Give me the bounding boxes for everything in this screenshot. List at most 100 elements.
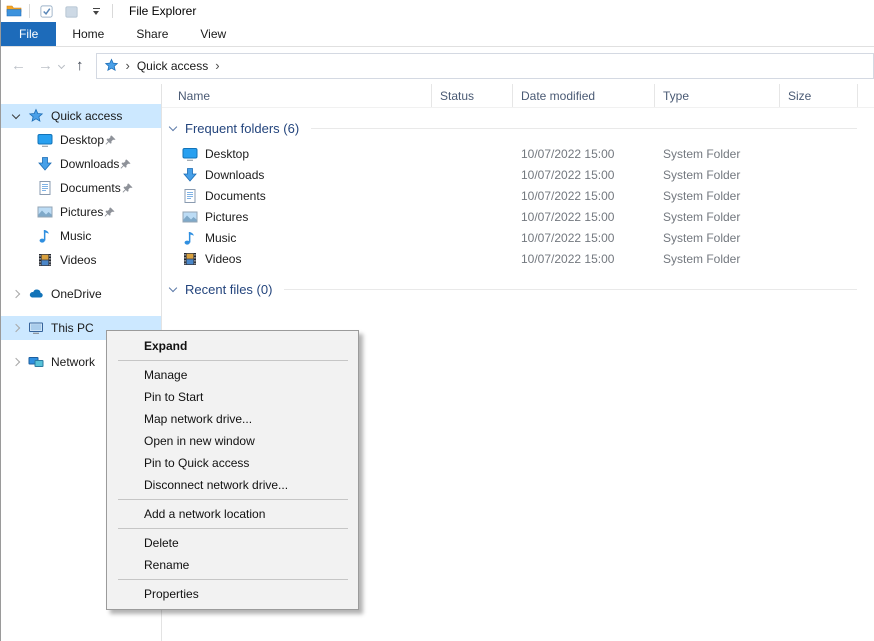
ribbon-tab-bar: File Home Share View: [1, 22, 874, 47]
forward-button[interactable]: →: [38, 58, 53, 73]
file-date-modified: 10/07/2022 15:00: [513, 252, 655, 266]
toolbar-separator: [29, 4, 30, 18]
breadcrumb-chevron-icon[interactable]: ›: [215, 59, 219, 72]
chevron-down-icon[interactable]: [169, 122, 177, 130]
file-date-modified: 10/07/2022 15:00: [513, 168, 655, 182]
column-header-row: Name Status Date modified Type Size: [162, 84, 874, 108]
menu-separator: [118, 360, 348, 361]
pin-icon: [121, 182, 134, 195]
sidebar-item-label: Pictures: [60, 205, 103, 219]
file-row-videos[interactable]: Videos 10/07/2022 15:00 System Folder: [162, 248, 874, 269]
file-type: System Folder: [655, 252, 780, 266]
file-type: System Folder: [655, 189, 780, 203]
tab-view[interactable]: View: [186, 22, 240, 46]
pictures-icon: [37, 204, 53, 220]
file-row-downloads[interactable]: Downloads 10/07/2022 15:00 System Folder: [162, 164, 874, 185]
column-header-name[interactable]: Name: [162, 84, 432, 107]
videos-icon: [37, 252, 53, 268]
chevron-right-icon[interactable]: [12, 324, 20, 332]
group-divider-line: [311, 128, 857, 129]
group-header-frequent-folders[interactable]: Frequent folders (6): [162, 117, 874, 139]
onedrive-cloud-icon: [28, 286, 44, 302]
menu-item-open-in-new-window[interactable]: Open in new window: [107, 430, 358, 452]
sidebar-item-onedrive[interactable]: OneDrive: [1, 282, 161, 306]
chevron-right-icon[interactable]: [12, 290, 20, 298]
file-date-modified: 10/07/2022 15:00: [513, 231, 655, 245]
menu-item-manage[interactable]: Manage: [107, 364, 358, 386]
file-name: Documents: [205, 189, 266, 203]
pin-icon: [104, 134, 117, 147]
address-bar[interactable]: › Quick access ›: [96, 53, 874, 79]
tab-share[interactable]: Share: [122, 22, 182, 46]
file-row-pictures[interactable]: Pictures 10/07/2022 15:00 System Folder: [162, 206, 874, 227]
properties-quick-button[interactable]: [37, 2, 55, 20]
folder-icon: [64, 4, 79, 19]
downloads-icon: [182, 167, 198, 183]
menu-item-expand[interactable]: Expand: [107, 335, 358, 357]
sidebar-item-quick-access[interactable]: Quick access: [1, 104, 161, 128]
sidebar-item-label: Documents: [60, 181, 121, 195]
column-header-type[interactable]: Type: [655, 84, 780, 107]
recent-locations-dropdown[interactable]: [58, 62, 65, 69]
menu-item-properties[interactable]: Properties: [107, 583, 358, 605]
sidebar-item-pictures[interactable]: Pictures: [1, 200, 161, 224]
file-type: System Folder: [655, 168, 780, 182]
menu-item-pin-to-start[interactable]: Pin to Start: [107, 386, 358, 408]
videos-icon: [182, 251, 198, 267]
chevron-down-icon[interactable]: [12, 110, 20, 118]
sidebar-item-label: Videos: [60, 253, 96, 267]
group-label: Frequent folders (6): [185, 121, 299, 136]
breadcrumb-chevron-icon[interactable]: ›: [126, 59, 130, 72]
sidebar-item-downloads[interactable]: Downloads: [1, 152, 161, 176]
sidebar-item-label: Quick access: [51, 109, 122, 123]
menu-item-delete[interactable]: Delete: [107, 532, 358, 554]
music-icon: [182, 230, 198, 246]
network-icon: [28, 354, 44, 370]
sidebar-item-label: Desktop: [60, 133, 104, 147]
chevron-right-icon[interactable]: [12, 358, 20, 366]
file-type: System Folder: [655, 147, 780, 161]
file-explorer-window: File Explorer File Home Share View ← → ↑…: [0, 0, 874, 641]
sidebar-item-label: Network: [51, 355, 95, 369]
this-pc-context-menu: Expand Manage Pin to Start Map network d…: [106, 330, 359, 610]
file-row-documents[interactable]: Documents 10/07/2022 15:00 System Folder: [162, 185, 874, 206]
menu-item-pin-to-quick-access[interactable]: Pin to Quick access: [107, 452, 358, 474]
sidebar-item-music[interactable]: Music: [1, 224, 161, 248]
breadcrumb-quick-access[interactable]: Quick access: [137, 59, 208, 73]
navigation-bar: ← → ↑ › Quick access ›: [1, 47, 874, 84]
menu-item-add-a-network-location[interactable]: Add a network location: [107, 503, 358, 525]
tab-home[interactable]: Home: [58, 22, 118, 46]
group-divider-line: [284, 289, 857, 290]
file-row-music[interactable]: Music 10/07/2022 15:00 System Folder: [162, 227, 874, 248]
pin-icon: [103, 206, 116, 219]
file-date-modified: 10/07/2022 15:00: [513, 147, 655, 161]
sidebar-gap: [1, 272, 161, 282]
column-header-status[interactable]: Status: [432, 84, 513, 107]
this-pc-monitor-icon: [28, 320, 44, 336]
customize-quick-access-toolbar-button[interactable]: [87, 2, 105, 20]
file-type: System Folder: [655, 231, 780, 245]
chevron-down-icon[interactable]: [169, 283, 177, 291]
new-folder-quick-button[interactable]: [62, 2, 80, 20]
music-icon: [37, 228, 53, 244]
sidebar-item-desktop[interactable]: Desktop: [1, 128, 161, 152]
tab-file[interactable]: File: [1, 22, 56, 46]
downloads-icon: [37, 156, 53, 172]
desktop-icon: [182, 146, 198, 162]
column-header-size[interactable]: Size: [780, 84, 858, 107]
toolbar-separator: [112, 4, 113, 18]
up-button[interactable]: ↑: [76, 58, 84, 73]
column-header-date-modified[interactable]: Date modified: [513, 84, 655, 107]
title-bar: File Explorer: [1, 0, 874, 22]
file-type: System Folder: [655, 210, 780, 224]
file-row-desktop[interactable]: Desktop 10/07/2022 15:00 System Folder: [162, 143, 874, 164]
group-header-recent-files[interactable]: Recent files (0): [162, 278, 874, 300]
group-label: Recent files (0): [185, 282, 272, 297]
menu-item-map-network-drive[interactable]: Map network drive...: [107, 408, 358, 430]
menu-item-rename[interactable]: Rename: [107, 554, 358, 576]
sidebar-item-videos[interactable]: Videos: [1, 248, 161, 272]
sidebar-item-documents[interactable]: Documents: [1, 176, 161, 200]
explorer-logo-icon: [6, 3, 22, 19]
back-button[interactable]: ←: [11, 58, 26, 73]
menu-item-disconnect-network-drive[interactable]: Disconnect network drive...: [107, 474, 358, 496]
